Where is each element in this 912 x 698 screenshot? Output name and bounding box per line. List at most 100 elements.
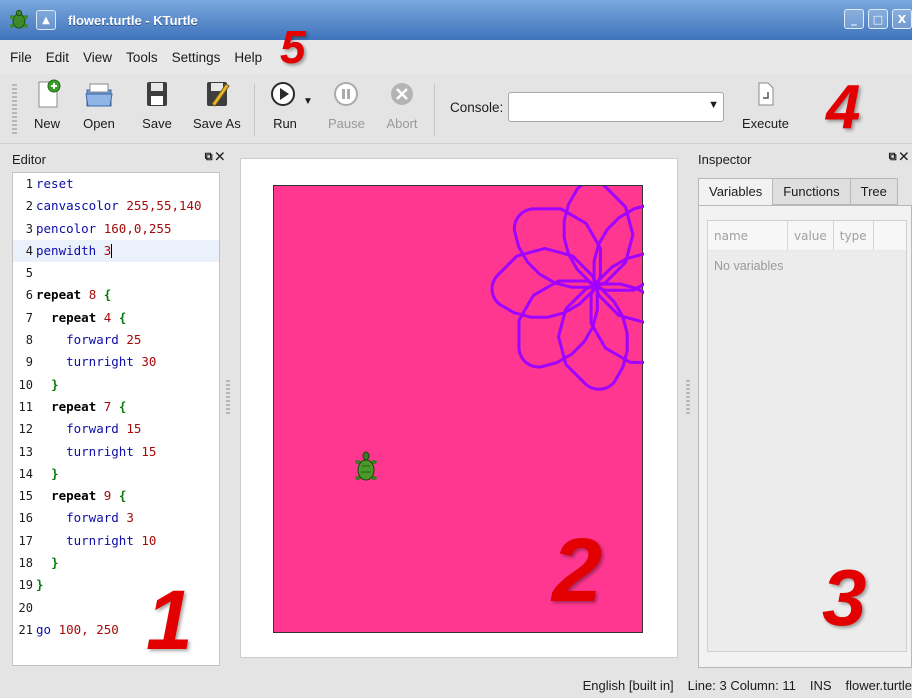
line-number: 8 bbox=[25, 333, 33, 348]
code-token: forward bbox=[66, 332, 119, 348]
abort-label: Abort bbox=[386, 116, 418, 131]
save-as-icon bbox=[206, 82, 230, 107]
menu-bar: File Edit View Tools Settings Help bbox=[0, 40, 912, 74]
menu-help[interactable]: Help bbox=[234, 50, 262, 65]
code-token: repeat bbox=[36, 287, 82, 303]
line-number: 21 bbox=[18, 622, 33, 637]
code-token: } bbox=[36, 577, 44, 593]
code-line: 15 repeat 9 { bbox=[13, 485, 219, 507]
tab-variables[interactable]: Variables bbox=[698, 178, 774, 206]
code-token: turnright bbox=[66, 354, 134, 370]
code-line: 17 turnright 10 bbox=[13, 530, 219, 552]
code-token: 7 bbox=[103, 398, 112, 414]
menu-file[interactable]: File bbox=[10, 50, 32, 65]
abort-button[interactable]: Abort bbox=[385, 78, 419, 131]
code-token: { bbox=[103, 287, 112, 303]
code-token: canvascolor bbox=[36, 198, 119, 214]
code-token: 10 bbox=[141, 532, 157, 548]
close-icon[interactable]: ✕ bbox=[216, 151, 224, 163]
chevron-down-icon: ▼ bbox=[303, 96, 313, 107]
float-icon[interactable]: ⧉ bbox=[889, 151, 897, 163]
column-value[interactable]: value bbox=[788, 221, 834, 250]
code-token: 100, 250 bbox=[58, 621, 119, 637]
kturtle-app-icon[interactable] bbox=[8, 9, 30, 31]
minimize-button[interactable]: _ bbox=[844, 9, 864, 29]
inspector-title: Inspector bbox=[698, 151, 752, 167]
tab-functions[interactable]: Functions bbox=[772, 178, 851, 205]
annotation-5: 5 bbox=[280, 21, 306, 73]
code-token: 9 bbox=[103, 488, 112, 504]
menu-edit[interactable]: Edit bbox=[46, 50, 69, 65]
code-token: 8 bbox=[88, 287, 97, 303]
inspector-tabs: Variables Functions Tree bbox=[698, 178, 898, 206]
close-button[interactable]: X bbox=[892, 9, 912, 29]
code-token: 3 bbox=[103, 242, 112, 258]
new-label: New bbox=[33, 116, 60, 131]
editor-splitter-handle[interactable] bbox=[226, 380, 230, 416]
window-menu-button[interactable]: ▲ bbox=[36, 10, 56, 30]
table-header: name value type bbox=[708, 221, 906, 251]
flower-path bbox=[490, 180, 701, 391]
code-token: repeat bbox=[51, 309, 97, 325]
close-icon[interactable]: ✕ bbox=[900, 151, 908, 163]
maximize-button[interactable]: □ bbox=[868, 9, 888, 29]
tab-tree[interactable]: Tree bbox=[849, 178, 898, 205]
variables-table[interactable]: name value type No variables bbox=[707, 220, 907, 652]
run-dropdown-arrow[interactable]: ▼ bbox=[303, 96, 313, 107]
open-label: Open bbox=[83, 116, 115, 131]
editor-title: Editor bbox=[12, 151, 46, 167]
toolbar-separator bbox=[434, 84, 435, 136]
new-button[interactable]: New bbox=[30, 78, 64, 131]
new-file-icon bbox=[38, 79, 61, 108]
toolbar-separator bbox=[254, 84, 255, 136]
menu-settings[interactable]: Settings bbox=[172, 50, 221, 65]
status-filename: flower.turtle bbox=[845, 677, 912, 693]
line-number: 19 bbox=[18, 578, 33, 593]
line-number: 7 bbox=[25, 310, 33, 325]
text-caret bbox=[111, 244, 113, 259]
execute-button[interactable]: Execute bbox=[742, 78, 789, 131]
line-number: 18 bbox=[18, 556, 33, 571]
code-token: } bbox=[51, 555, 59, 571]
code-token: { bbox=[118, 309, 127, 325]
inspector-splitter-handle[interactable] bbox=[686, 380, 690, 416]
code-token: forward bbox=[66, 510, 119, 526]
save-label: Save bbox=[142, 116, 172, 131]
code-line: 3 pencolor 160,0,255 bbox=[13, 218, 219, 240]
save-as-label: Save As bbox=[193, 116, 241, 131]
menu-view[interactable]: View bbox=[83, 50, 112, 65]
console-input[interactable]: ▼ bbox=[508, 92, 724, 122]
annotation-4: 4 bbox=[826, 73, 861, 142]
code-token: repeat bbox=[51, 488, 97, 504]
column-name[interactable]: name bbox=[708, 221, 788, 250]
code-line: 9 turnright 30 bbox=[13, 351, 219, 373]
code-line: 2 canvascolor 255,55,140 bbox=[13, 195, 219, 217]
code-line: 18 } bbox=[13, 552, 219, 574]
code-token: { bbox=[118, 398, 127, 414]
float-icon[interactable]: ⧉ bbox=[205, 151, 213, 163]
inspector-body: name value type No variables bbox=[698, 205, 912, 668]
code-token: turnright bbox=[66, 532, 134, 548]
chevron-down-icon[interactable]: ▼ bbox=[708, 99, 719, 111]
toolbar-grip[interactable] bbox=[12, 84, 17, 134]
line-number: 5 bbox=[25, 266, 33, 281]
code-line: 13 turnright 15 bbox=[13, 441, 219, 463]
line-number: 6 bbox=[25, 288, 33, 303]
status-language[interactable]: English [built in] bbox=[583, 678, 674, 693]
run-button[interactable]: Run bbox=[268, 78, 302, 131]
annotation-2: 2 bbox=[552, 521, 603, 621]
save-disk-icon bbox=[147, 82, 167, 106]
toolbar: New Open Save Save As Run ▼ Pause Abort … bbox=[0, 74, 912, 144]
code-token: turnright bbox=[66, 443, 134, 459]
save-button[interactable]: Save bbox=[140, 78, 174, 131]
window-title: flower.turtle - KTurtle bbox=[68, 12, 198, 28]
line-number: 11 bbox=[18, 399, 33, 414]
code-token: repeat bbox=[51, 398, 97, 414]
pause-button[interactable]: Pause bbox=[328, 78, 365, 131]
column-type[interactable]: type bbox=[834, 221, 874, 250]
code-token: 15 bbox=[126, 421, 142, 437]
menu-tools[interactable]: Tools bbox=[126, 50, 158, 65]
save-as-button[interactable]: Save As bbox=[193, 78, 241, 131]
line-number: 12 bbox=[18, 422, 33, 437]
open-button[interactable]: Open bbox=[82, 78, 116, 131]
